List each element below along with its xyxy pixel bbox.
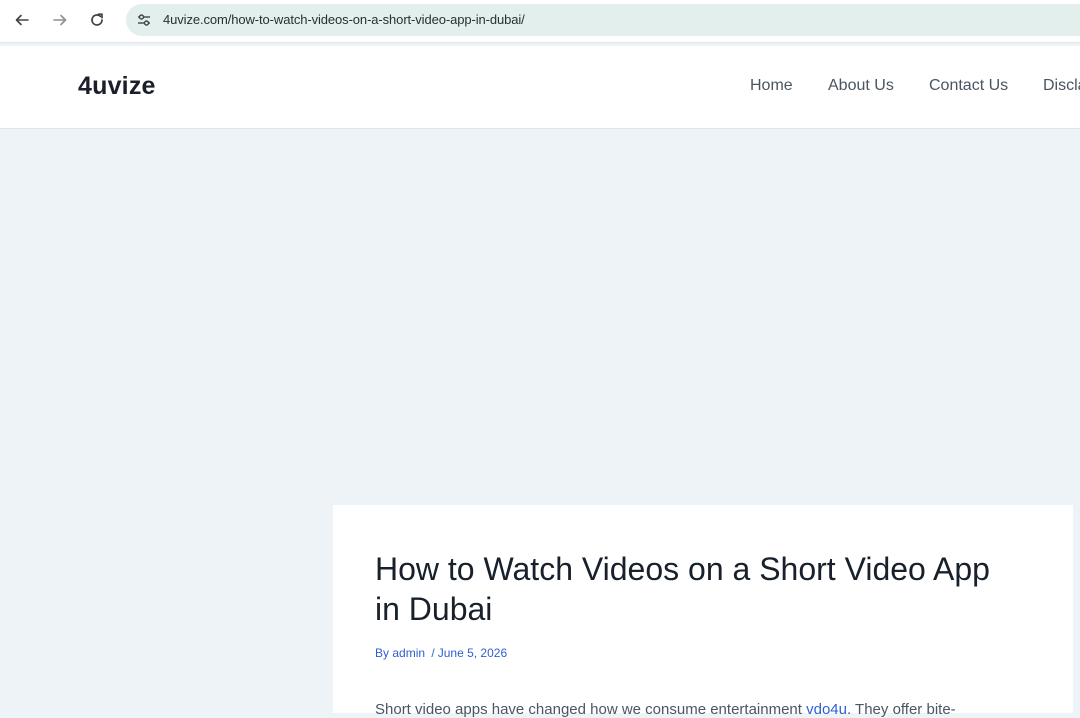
nav-disclaimer-link[interactable]: Discla (1043, 77, 1080, 95)
article-paragraph: Short video apps have changed how we con… (375, 701, 956, 718)
forward-button[interactable] (49, 9, 71, 31)
body-text-end: . They offer bite- (846, 701, 956, 718)
nav-contact-link[interactable]: Contact Us (929, 77, 1008, 95)
body-link[interactable]: vdo4u (806, 701, 847, 718)
site-info-button[interactable] (134, 10, 154, 30)
article-title: How to Watch Videos on a Short Video App… (375, 551, 990, 627)
arrow-left-icon (15, 14, 29, 26)
publish-date: June 5, 2026 (437, 646, 508, 660)
reload-icon (91, 13, 103, 26)
browser-toolbar: 4uvize.com/how-to-watch-videos-on-a-shor… (0, 0, 1080, 43)
article-card: How to Watch Videos on a Short Video App… (333, 505, 1073, 718)
author-link[interactable]: admin (392, 646, 425, 660)
site-header: 4uvize Home About Us Contact Us Discla (0, 46, 1080, 129)
nav-about-link[interactable]: About Us (828, 77, 894, 95)
article-meta: By admin / June 5, 2026 (375, 646, 507, 660)
tune-icon (138, 14, 150, 26)
author-prefix: By (375, 646, 390, 660)
arrow-right-icon (53, 14, 67, 26)
url-text[interactable]: 4uvize.com/how-to-watch-videos-on-a-shor… (163, 12, 525, 27)
address-bar[interactable]: 4uvize.com/how-to-watch-videos-on-a-shor… (126, 4, 1080, 36)
meta-separator: / (431, 646, 435, 660)
reload-button[interactable] (86, 9, 108, 31)
nav-home-link[interactable]: Home (750, 77, 793, 95)
back-button[interactable] (11, 9, 33, 31)
main-nav: Home About Us Contact Us Discla (0, 77, 1080, 101)
body-text-start: Short video apps have changed how we con… (375, 701, 802, 718)
